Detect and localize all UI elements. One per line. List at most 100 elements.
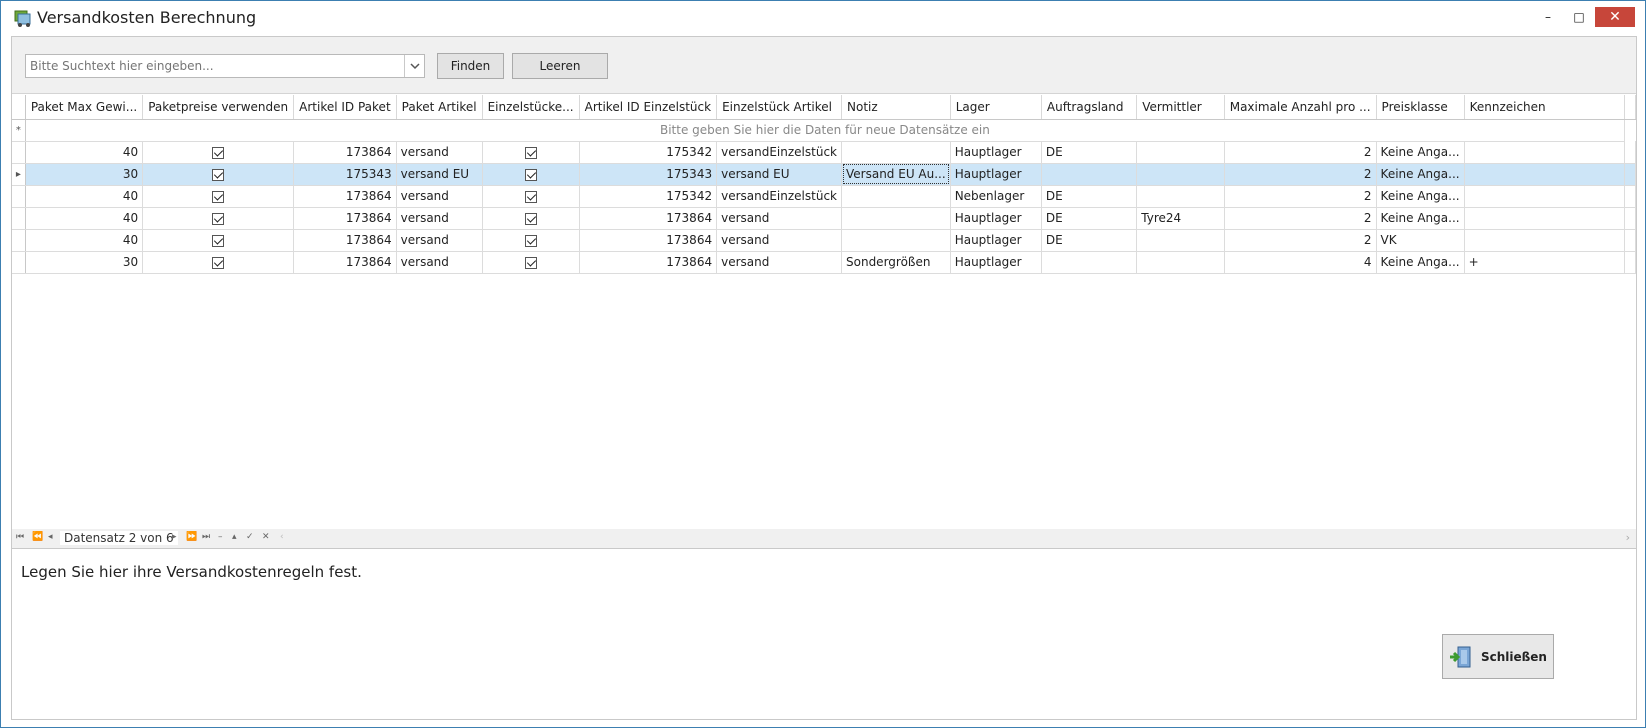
cell-max-weight[interactable]: 40: [25, 141, 144, 164]
cell-einzelstuecke[interactable]: [482, 141, 580, 164]
cell-preisklasse[interactable]: VK: [1376, 229, 1465, 252]
cell-max-weight[interactable]: 30: [25, 163, 144, 186]
row-indicator[interactable]: [12, 229, 26, 252]
cell-paket-artikel[interactable]: versand: [396, 251, 483, 274]
next-page-icon[interactable]: ⏩: [186, 532, 197, 542]
column-header[interactable]: Maximale Anzahl pro ...: [1224, 95, 1377, 120]
last-record-icon[interactable]: ⏭: [202, 532, 210, 542]
cell-paket-artikel[interactable]: versand: [396, 141, 483, 164]
cell-max-anzahl[interactable]: 2: [1224, 207, 1377, 230]
cell-max-weight[interactable]: 30: [25, 251, 144, 274]
cell-vermittler[interactable]: [1136, 141, 1225, 164]
first-record-icon[interactable]: ⏮: [16, 532, 24, 542]
cell-auftragsland[interactable]: DE: [1041, 207, 1138, 230]
cell-artikel-id-paket[interactable]: 173864: [293, 229, 397, 252]
row-indicator[interactable]: [12, 207, 26, 230]
cell-paket-artikel[interactable]: versand: [396, 229, 483, 252]
cell-kennzeichen[interactable]: [1464, 229, 1626, 252]
search-input[interactable]: [26, 55, 400, 77]
cell-paket-artikel[interactable]: versand: [396, 207, 483, 230]
cell-artikel-id-paket[interactable]: 173864: [293, 185, 397, 208]
close-window-button[interactable]: ✕: [1595, 7, 1635, 27]
cell-max-anzahl[interactable]: 2: [1224, 141, 1377, 164]
cell-artikel-id-einzel[interactable]: 173864: [579, 229, 718, 252]
cell-max-anzahl[interactable]: 2: [1224, 229, 1377, 252]
column-header[interactable]: Lager: [950, 95, 1042, 120]
checkbox-checked-icon[interactable]: [212, 190, 225, 203]
cell-einzel-artikel[interactable]: versand: [716, 207, 842, 230]
cell-max-anzahl[interactable]: 2: [1224, 185, 1377, 208]
checkbox-checked-icon[interactable]: [212, 212, 225, 225]
cell-auftragsland[interactable]: DE: [1041, 229, 1138, 252]
column-header[interactable]: Artikel ID Paket: [293, 95, 397, 120]
cell-lager[interactable]: Nebenlager: [950, 185, 1042, 208]
cell-einzel-artikel[interactable]: versand: [716, 229, 842, 252]
checkbox-checked-icon[interactable]: [524, 190, 537, 203]
scroll-right-icon[interactable]: ›: [1626, 531, 1630, 544]
cell-preisklasse[interactable]: Keine Anga...: [1376, 207, 1465, 230]
table-row[interactable]: 40 173864 versand 175342 versandEinzelstück N…: [12, 185, 1636, 208]
edit-record-icon[interactable]: ▴: [232, 532, 237, 542]
cell-lager[interactable]: Hauptlager: [950, 141, 1042, 164]
cell-max-anzahl[interactable]: 2: [1224, 163, 1377, 186]
checkbox-checked-icon[interactable]: [212, 168, 225, 181]
cell-paketpreise[interactable]: [142, 207, 295, 230]
cell-kennzeichen[interactable]: [1464, 163, 1626, 186]
table-row[interactable]: 30 173864 versand 173864 versand Sondergrößen…: [12, 251, 1636, 274]
cell-max-weight[interactable]: 40: [25, 229, 144, 252]
column-header[interactable]: Vermittler: [1136, 95, 1225, 120]
cell-vermittler[interactable]: [1136, 251, 1225, 274]
cell-paketpreise[interactable]: [142, 251, 295, 274]
next-record-icon[interactable]: ▸: [172, 532, 177, 542]
column-header[interactable]: Artikel ID Einzelstück: [579, 95, 718, 120]
checkbox-checked-icon[interactable]: [524, 168, 537, 181]
cell-lager[interactable]: Hauptlager: [950, 251, 1042, 274]
new-record-row[interactable]: * Bitte geben Sie hier die Daten für neu…: [12, 119, 1636, 142]
find-button[interactable]: Finden: [437, 53, 504, 79]
column-header[interactable]: Preisklasse: [1376, 95, 1465, 120]
cell-preisklasse[interactable]: Keine Anga...: [1376, 251, 1465, 274]
cell-artikel-id-einzel[interactable]: 173864: [579, 251, 718, 274]
column-header[interactable]: Auftragsland: [1041, 95, 1138, 120]
cell-vermittler[interactable]: [1136, 163, 1225, 186]
cell-einzel-artikel[interactable]: versandEinzelstück: [716, 185, 842, 208]
cell-einzelstuecke[interactable]: [482, 207, 580, 230]
cell-max-anzahl[interactable]: 4: [1224, 251, 1377, 274]
row-indicator[interactable]: [12, 251, 26, 274]
column-header[interactable]: Paket Artikel: [396, 95, 483, 120]
cell-notiz[interactable]: [841, 207, 951, 230]
cell-paketpreise[interactable]: [142, 141, 295, 164]
column-header[interactable]: Notiz: [841, 95, 951, 120]
cancel-edit-icon[interactable]: ✕: [262, 532, 270, 542]
checkbox-checked-icon[interactable]: [212, 256, 225, 269]
cell-einzel-artikel[interactable]: versandEinzelstück: [716, 141, 842, 164]
cell-paket-artikel[interactable]: versand: [396, 185, 483, 208]
scroll-left-icon[interactable]: ‹: [280, 532, 284, 542]
checkbox-checked-icon[interactable]: [524, 256, 537, 269]
row-indicator[interactable]: [12, 185, 26, 208]
cell-einzel-artikel[interactable]: versand EU: [716, 163, 842, 186]
cell-paketpreise[interactable]: [142, 229, 295, 252]
cell-artikel-id-einzel[interactable]: 175342: [579, 185, 718, 208]
cell-einzelstuecke[interactable]: [482, 185, 580, 208]
cell-notiz[interactable]: Versand EU Au...: [841, 163, 951, 186]
cell-lager[interactable]: Hauptlager: [950, 229, 1042, 252]
cell-artikel-id-einzel[interactable]: 175342: [579, 141, 718, 164]
column-header[interactable]: Kennzeichen: [1464, 95, 1626, 120]
checkbox-checked-icon[interactable]: [524, 234, 537, 247]
search-combobox[interactable]: [25, 54, 425, 78]
cell-auftragsland[interactable]: [1041, 251, 1138, 274]
cell-kennzeichen[interactable]: [1464, 141, 1626, 164]
cell-vermittler[interactable]: Tyre24: [1136, 207, 1225, 230]
cell-preisklasse[interactable]: Keine Anga...: [1376, 185, 1465, 208]
new-row-hint[interactable]: Bitte geben Sie hier die Daten für neue …: [25, 119, 1626, 142]
maximize-button[interactable]: □: [1564, 7, 1594, 27]
cell-paketpreise[interactable]: [142, 163, 295, 186]
table-row[interactable]: 40 173864 versand 173864 versand Hauptlager DE…: [12, 207, 1636, 230]
close-button[interactable]: Schließen: [1442, 634, 1554, 679]
cell-kennzeichen[interactable]: +: [1464, 251, 1626, 274]
clear-button[interactable]: Leeren: [512, 53, 608, 79]
cell-notiz[interactable]: [841, 141, 951, 164]
row-indicator[interactable]: ▸: [12, 163, 26, 186]
cell-artikel-id-paket[interactable]: 173864: [293, 141, 397, 164]
